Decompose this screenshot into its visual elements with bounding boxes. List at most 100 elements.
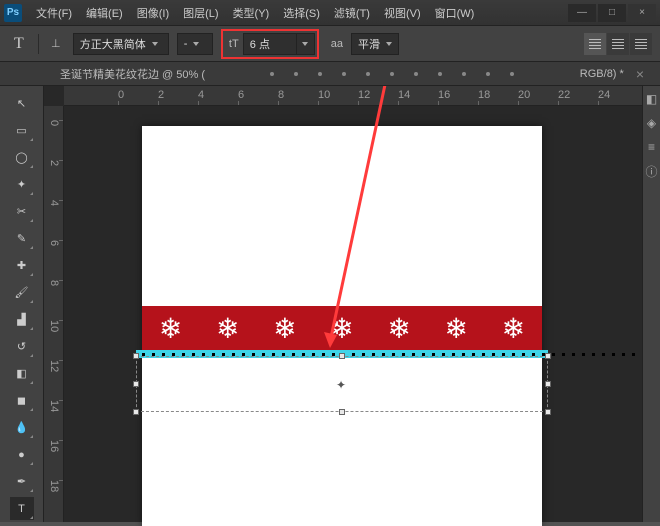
ruler-tick-label: 0: [118, 89, 124, 101]
tool-crop[interactable]: ✂: [10, 200, 34, 223]
panel-icon[interactable]: ≡: [645, 140, 659, 154]
title-bar: Ps 文件(F) 编辑(E) 图像(I) 图层(L) 类型(Y) 选择(S) 滤…: [0, 0, 660, 26]
app-logo: Ps: [4, 4, 22, 22]
menu-window[interactable]: 窗口(W): [429, 2, 481, 24]
tool-move[interactable]: ↖: [10, 92, 34, 115]
callout-highlight: tT 6 点: [221, 29, 319, 59]
align-center-button[interactable]: [607, 33, 629, 55]
transform-handle[interactable]: [545, 381, 551, 387]
ruler-tick-label: 22: [558, 89, 570, 101]
transform-handle[interactable]: [545, 353, 551, 359]
transform-handle[interactable]: [545, 409, 551, 415]
transform-handle[interactable]: [339, 409, 345, 415]
tool-eraser[interactable]: ◧: [10, 362, 34, 385]
ruler-tick-label: 14: [48, 400, 60, 412]
document-tabs: 圣诞节精美花纹花边 @ 50% ( RGB/8) * ×: [0, 62, 660, 86]
tab-close-button[interactable]: ×: [632, 66, 648, 82]
transform-center-icon[interactable]: ✦: [336, 378, 346, 392]
antialias-value: 平滑: [358, 36, 380, 52]
ruler-tick-label: 12: [48, 360, 60, 372]
ruler-vertical[interactable]: 024681012141618: [44, 106, 64, 522]
panel-icon[interactable]: ◧: [645, 92, 659, 106]
tool-stamp[interactable]: ▟: [10, 308, 34, 331]
chevron-down-icon: [193, 42, 199, 46]
snowflake-icon: ❄: [445, 312, 468, 345]
ruler-tick-label: 16: [438, 89, 450, 101]
ruler-tick-label: 2: [158, 89, 164, 101]
menu-type[interactable]: 类型(Y): [227, 2, 276, 24]
orientation-icon[interactable]: ⊥: [47, 35, 65, 53]
collapsed-panels: ◧ ◈ ≡ ⓘ: [642, 86, 660, 522]
minimize-button[interactable]: —: [568, 4, 596, 22]
chevron-down-icon: [302, 42, 308, 46]
tool-eyedropper[interactable]: ✎: [10, 227, 34, 250]
ruler-tick-label: 6: [238, 89, 244, 101]
font-size-icon: tT: [225, 35, 243, 53]
canvas-work-area: 024681012141618202224 024681012141618 ❄ …: [44, 86, 642, 522]
tool-preset-indicator[interactable]: T: [8, 35, 30, 53]
menu-layer[interactable]: 图层(L): [177, 2, 224, 24]
tab-info: RGB/8) *: [580, 68, 624, 80]
font-style-dropdown[interactable]: -: [177, 33, 213, 55]
font-size-field[interactable]: 6 点: [243, 33, 297, 55]
transform-handle[interactable]: [133, 409, 139, 415]
tool-brush[interactable]: 🖌: [10, 281, 34, 304]
snowflake-icon: ❄: [387, 312, 410, 345]
transform-box[interactable]: ✦: [136, 356, 548, 412]
align-right-button[interactable]: [630, 33, 652, 55]
ruler-tick-label: 10: [48, 320, 60, 332]
menu-select[interactable]: 选择(S): [277, 2, 326, 24]
transform-handle[interactable]: [133, 353, 139, 359]
menu-edit[interactable]: 编辑(E): [80, 2, 129, 24]
snowflake-icon: ❄: [330, 312, 353, 345]
text-align-group: [584, 33, 652, 55]
tool-healing[interactable]: ✚: [10, 254, 34, 277]
options-bar: T ⊥ 方正大黑简体 - tT 6 点 aa 平滑: [0, 26, 660, 62]
ruler-tick-label: 12: [358, 89, 370, 101]
separator: [38, 34, 39, 54]
snowflake-icon: ❄: [273, 312, 296, 345]
tab-title[interactable]: 圣诞节精美花纹花边 @ 50% (: [60, 66, 205, 82]
tool-marquee[interactable]: ▭: [10, 119, 34, 142]
ruler-tick-label: 18: [48, 480, 60, 492]
menu-file[interactable]: 文件(F): [30, 2, 78, 24]
chevron-down-icon: [386, 42, 392, 46]
ruler-tick-label: 10: [318, 89, 330, 101]
close-button[interactable]: ×: [628, 4, 656, 22]
font-size-dropdown[interactable]: [297, 33, 315, 55]
window-controls: — □ ×: [568, 4, 656, 22]
tool-type[interactable]: T: [10, 497, 34, 520]
tool-pen[interactable]: ✒: [10, 470, 34, 493]
align-left-button[interactable]: [584, 33, 606, 55]
antialias-dropdown[interactable]: 平滑: [351, 33, 399, 55]
ruler-tick-label: 14: [398, 89, 410, 101]
chevron-down-icon: [152, 42, 158, 46]
transform-handle[interactable]: [339, 353, 345, 359]
tool-blur[interactable]: 💧: [10, 416, 34, 439]
ribbon-graphic: ❄ ❄ ❄ ❄ ❄ ❄ ❄: [142, 306, 542, 350]
antialias-label: aa: [331, 38, 343, 50]
document-canvas[interactable]: ❄ ❄ ❄ ❄ ❄ ❄ ❄ ✦: [142, 126, 542, 526]
maximize-button[interactable]: □: [598, 4, 626, 22]
tool-wand[interactable]: ✦: [10, 173, 34, 196]
menu-view[interactable]: 视图(V): [378, 2, 427, 24]
menu-image[interactable]: 图像(I): [131, 2, 175, 24]
menu-filter[interactable]: 滤镜(T): [328, 2, 376, 24]
snowflake-icon: ❄: [159, 312, 182, 345]
tab-ellipsis-dots: [213, 72, 572, 76]
font-family-dropdown[interactable]: 方正大黑简体: [73, 33, 169, 55]
snowflake-icon: ❄: [216, 312, 239, 345]
transform-handle[interactable]: [133, 381, 139, 387]
panel-icon[interactable]: ⓘ: [645, 164, 659, 178]
tool-dodge[interactable]: ●: [10, 443, 34, 466]
panel-icon[interactable]: ◈: [645, 116, 659, 130]
ruler-horizontal[interactable]: 024681012141618202224: [64, 86, 642, 106]
ruler-tick-label: 18: [478, 89, 490, 101]
tools-panel: ↖ ▭ ◯ ✦ ✂ ✎ ✚ 🖌 ▟ ↺ ◧ ◼ 💧 ● ✒ T: [0, 86, 44, 522]
tool-gradient[interactable]: ◼: [10, 389, 34, 412]
tool-history[interactable]: ↺: [10, 335, 34, 358]
snowflake-icon: ❄: [502, 312, 525, 345]
ruler-tick-label: 16: [48, 440, 60, 452]
tool-lasso[interactable]: ◯: [10, 146, 34, 169]
ruler-tick-label: 4: [198, 89, 204, 101]
